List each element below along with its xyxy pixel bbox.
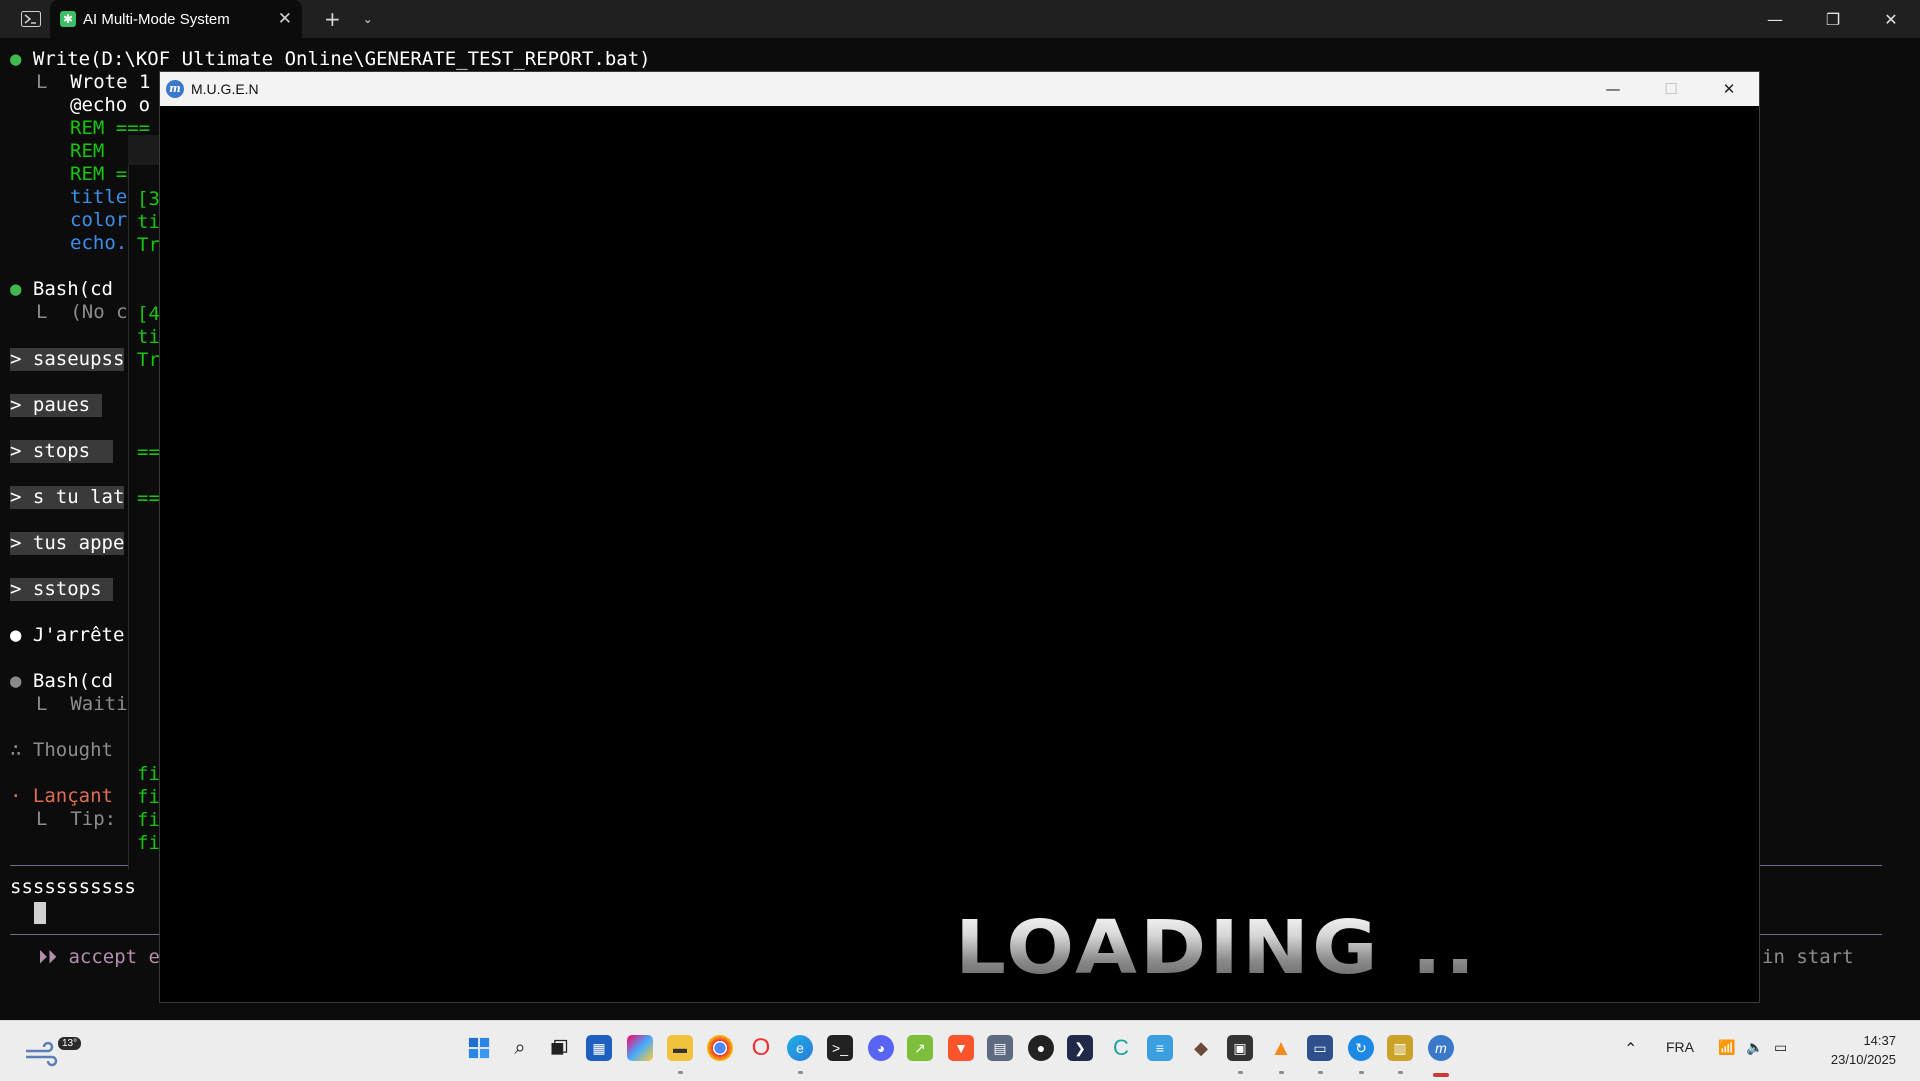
- user-prompt-3: > stops: [10, 440, 113, 463]
- new-tab-icon[interactable]: +: [324, 7, 341, 31]
- cmd-icon[interactable]: ▣: [1227, 1035, 1253, 1061]
- chevron-down-icon[interactable]: ⌄: [363, 12, 373, 26]
- mugen-window[interactable]: m M.U.G.E.N — ☐ ✕ LOADING ..: [159, 71, 1760, 1003]
- close-icon[interactable]: ✕: [1700, 72, 1758, 106]
- no-output: (No c: [70, 301, 128, 323]
- discord-icon[interactable]: ◕: [868, 1035, 894, 1061]
- sparkle-icon: ✱: [60, 11, 76, 27]
- powershell-icon[interactable]: [14, 0, 48, 38]
- close-window-icon[interactable]: ✕: [1862, 0, 1920, 38]
- restore-icon[interactable]: ❐: [1804, 0, 1862, 38]
- file-explorer-icon[interactable]: ▬: [667, 1035, 693, 1061]
- status-dot-icon: ●: [10, 670, 22, 692]
- opera-icon[interactable]: O: [748, 1034, 774, 1061]
- excel-like-icon[interactable]: ↗: [907, 1035, 933, 1061]
- task-view-icon[interactable]: [546, 1035, 572, 1061]
- tab-title: AI Multi-Mode System: [83, 10, 230, 28]
- status-dot-icon: ●: [10, 624, 22, 646]
- language-indicator[interactable]: FRA: [1666, 1039, 1694, 1055]
- powershell-taskbar-icon[interactable]: ❯: [1067, 1035, 1093, 1061]
- start-icon[interactable]: [466, 1035, 492, 1061]
- minimize-icon[interactable]: —: [1746, 0, 1804, 38]
- accept-edits-hint[interactable]: accept e: [68, 946, 160, 968]
- search-icon[interactable]: ⌕: [507, 1035, 533, 1061]
- spinner-icon: ·: [10, 785, 22, 807]
- wifi-icon[interactable]: 📶: [1718, 1039, 1735, 1056]
- vlc-icon[interactable]: ▲: [1268, 1035, 1294, 1061]
- user-prompt-2: > paues: [10, 394, 102, 417]
- chrome-icon[interactable]: [707, 1035, 733, 1061]
- mugen-titlebar[interactable]: m M.U.G.E.N — ☐ ✕: [160, 72, 1759, 106]
- chevron-up-icon[interactable]: ⌃: [1624, 1039, 1637, 1059]
- status-dot-icon: ●: [10, 278, 22, 300]
- terminal-icon[interactable]: >_: [827, 1035, 853, 1061]
- clock-time: 14:37: [1863, 1033, 1896, 1048]
- app-tiles-icon[interactable]: ▥: [1387, 1035, 1413, 1061]
- input-text[interactable]: sssssssssss: [10, 876, 136, 899]
- user-prompt-6: > sstops: [10, 578, 113, 601]
- thought-icon: ∴: [10, 739, 22, 761]
- volume-icon[interactable]: 🔈: [1746, 1039, 1763, 1056]
- loading-text: LOADING ..: [955, 905, 1479, 991]
- clock-date: 23/10/2025: [1830, 1052, 1896, 1067]
- weather-temp: 13°: [58, 1037, 82, 1050]
- windows-taskbar: 13° ⌕ ▦ ▬ O e >_ ◕ ↗ ▼ ▤ ● ❯ C ≡ ◆ ▣ ▲ ▭…: [0, 1020, 1920, 1081]
- color-line: color: [70, 209, 128, 231]
- wrote-line: Wrote 1: [70, 71, 151, 93]
- app-blue-icon[interactable]: ↻: [1348, 1035, 1374, 1061]
- clock[interactable]: 14:37 23/10/2025: [1831, 1031, 1896, 1069]
- mugen-app-icon: m: [166, 80, 184, 98]
- obs-icon[interactable]: ●: [1028, 1035, 1054, 1061]
- waiting-line: Waiti: [70, 693, 128, 715]
- echo-off: @echo: [70, 94, 128, 116]
- battery-icon[interactable]: ▭: [1774, 1039, 1787, 1056]
- status-dot-icon: ●: [10, 48, 22, 70]
- fast-forward-icon: ⏵⏵: [38, 946, 58, 968]
- text-cursor: [34, 902, 46, 924]
- tip-line: Tip:: [70, 808, 117, 830]
- tab-ai-multi-mode[interactable]: ✱ AI Multi-Mode System ✕: [50, 0, 302, 38]
- jarrete-line: J'arrête: [32, 624, 125, 646]
- store-icon[interactable]: ▦: [586, 1035, 612, 1061]
- in-start-hint: in start: [1762, 946, 1854, 968]
- copilot-icon[interactable]: [627, 1035, 653, 1061]
- lancant-line: Lançant: [32, 785, 113, 807]
- user-prompt-1: > saseupss: [10, 348, 125, 371]
- bash-command-1: Bash(cd: [32, 278, 113, 300]
- mugen-window-title: M.U.G.E.N: [191, 81, 259, 97]
- app-monitor-icon[interactable]: ▭: [1307, 1035, 1333, 1061]
- app-bird-icon[interactable]: ◆: [1188, 1035, 1214, 1061]
- rem-line-2: REM: [70, 140, 105, 162]
- mugen-taskbar-icon[interactable]: m: [1428, 1035, 1454, 1061]
- close-icon[interactable]: ✕: [278, 9, 292, 29]
- active-indicator: [1433, 1073, 1449, 1077]
- weather-widget[interactable]: 13°: [22, 1031, 82, 1071]
- user-prompt-4: > s tu lat: [10, 486, 125, 509]
- wind-icon: [26, 1041, 58, 1067]
- thought-line: Thought: [32, 739, 113, 761]
- minimize-icon[interactable]: —: [1584, 72, 1642, 106]
- notepad-icon[interactable]: ≡: [1147, 1035, 1173, 1061]
- edge-icon[interactable]: e: [787, 1035, 813, 1061]
- rem-line-3: REM =: [70, 163, 128, 185]
- user-prompt-5: > tus appe: [10, 532, 125, 555]
- echo-line: echo.: [70, 232, 128, 254]
- write-command: Write(D:\KOF Ultimate Online\GENERATE_TE…: [32, 48, 651, 70]
- calculator-icon[interactable]: ▤: [987, 1035, 1013, 1061]
- bash-command-2: Bash(cd: [32, 670, 113, 692]
- maximize-icon: ☐: [1664, 80, 1678, 98]
- brave-icon[interactable]: ▼: [948, 1035, 974, 1061]
- terminal-tab-bar: ✱ AI Multi-Mode System ✕ + ⌄ — ❐ ✕: [0, 0, 1920, 38]
- app-c-icon[interactable]: C: [1108, 1035, 1134, 1061]
- title-line: title: [70, 186, 128, 208]
